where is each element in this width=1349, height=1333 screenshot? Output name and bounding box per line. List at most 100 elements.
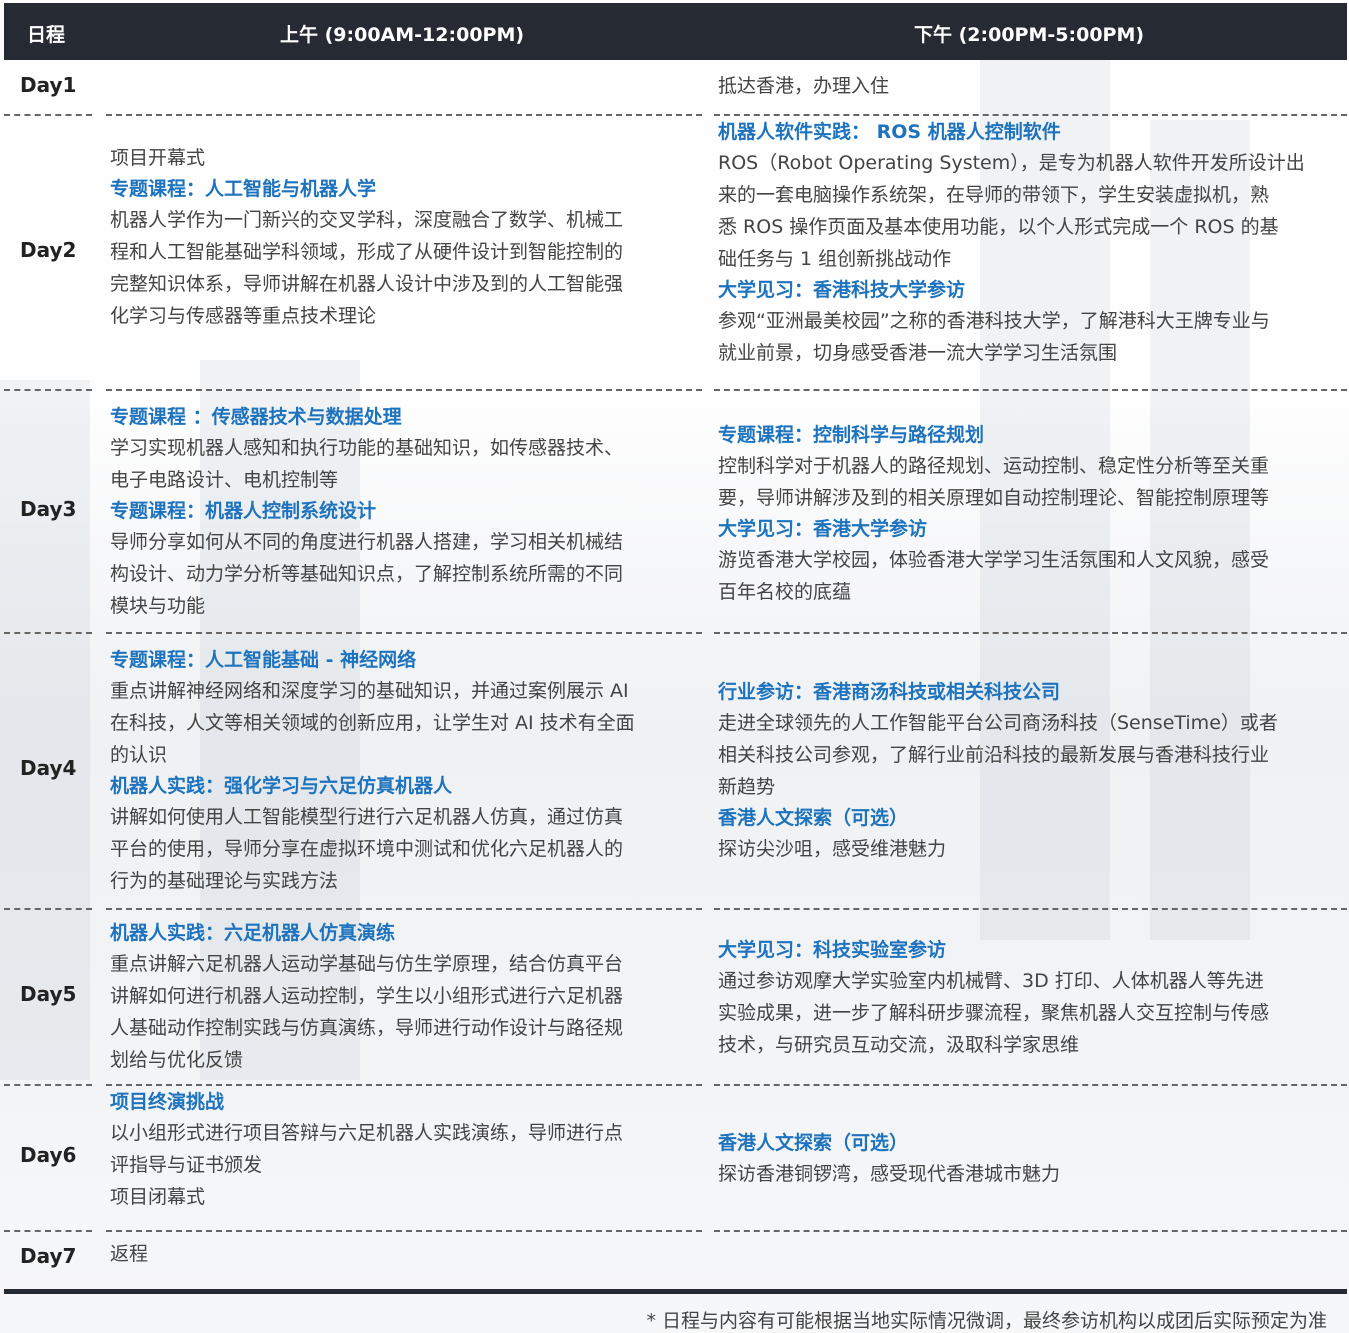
session-title: 大学见习：科技实验室参访 bbox=[718, 939, 947, 961]
session-text-line: 相关科技公司参观，了解行业前沿科技的最新发展与香港科技行业 bbox=[718, 744, 1270, 766]
row-divider bbox=[106, 389, 702, 391]
row-divider bbox=[714, 114, 1347, 116]
session-text-line: 走进全球领先的人工作智能平台公司商汤科技（SenseTime）或者 bbox=[718, 712, 1278, 734]
session-text-line: 返程 bbox=[110, 1243, 149, 1265]
session-text-line: 讲解如何进行机器人运动控制，学生以小组形式进行六足机器 bbox=[110, 985, 624, 1007]
session-text-line: 行为的基础理论与实践方法 bbox=[110, 870, 339, 892]
row-divider bbox=[714, 632, 1347, 634]
session-text-line: 化学习与传感器等重点技术理论 bbox=[110, 305, 377, 327]
session-title: 香港人文探索（可选） bbox=[718, 1132, 909, 1154]
header-day: 日程 bbox=[27, 24, 66, 46]
session-text-line: 就业前景，切身感受香港一流大学学习生活氛围 bbox=[718, 342, 1118, 364]
schedule-table: 日程 上午 (9:00AM-12:00PM) 下午 (2:00PM-5:00PM… bbox=[4, 3, 1347, 1294]
session-title: 大学见习：香港大学参访 bbox=[718, 518, 928, 540]
session-title: 机器人实践：强化学习与六足仿真机器人 bbox=[110, 775, 453, 797]
session-text-line: 项目闭幕式 bbox=[110, 1186, 206, 1208]
session-text-line: 的认识 bbox=[110, 744, 168, 766]
row-divider bbox=[4, 908, 92, 910]
session-text-line: 评指导与证书颁发 bbox=[110, 1154, 263, 1176]
session-text-line: 础任务与 1 组创新挑战动作 bbox=[718, 248, 952, 270]
row-divider bbox=[4, 389, 92, 391]
row-divider bbox=[106, 908, 702, 910]
session-text-line: 新趋势 bbox=[718, 776, 776, 798]
session-text-line: 学习实现机器人感知和执行功能的基础知识，如传感器技术、 bbox=[110, 437, 624, 459]
session-text-line: 讲解如何使用人工智能模型行进行六足机器人仿真，通过仿真 bbox=[110, 806, 624, 828]
session-text-line: 来的一套电脑操作系统架，在导师的带领下，学生安装虚拟机，熟 bbox=[718, 184, 1270, 206]
afternoon-cell: 专题课程：控制科学与路径规划控制科学对于机器人的路径规划、运动控制、稳定性分析等… bbox=[718, 420, 1348, 608]
session-text-line: 完整知识体系，导师讲解在机器人设计中涉及到的人工智能强 bbox=[110, 273, 624, 295]
day-label: Day3 bbox=[20, 496, 77, 521]
session-text-line: 抵达香港，办理入住 bbox=[718, 75, 890, 97]
session-text-line: 导师分享如何从不同的角度进行机器人搭建，学习相关机械结 bbox=[110, 531, 624, 553]
session-title: 专题课程：人工智能基础 - 神经网络 bbox=[110, 649, 417, 671]
session-text-line: 技术，与研究员互动交流，汲取科学家思维 bbox=[718, 1034, 1080, 1056]
session-title: 机器人软件实践： ROS 机器人控制软件 bbox=[718, 121, 1061, 143]
row-divider bbox=[4, 1230, 92, 1232]
session-text-line: 控制科学对于机器人的路径规划、运动控制、稳定性分析等至关重 bbox=[718, 455, 1270, 477]
session-text-line: 平台的使用，导师分享在虚拟环境中测试和优化六足机器人的 bbox=[110, 838, 624, 860]
table-bottom-bar bbox=[4, 1289, 1347, 1294]
session-text-line: 重点讲解神经网络和深度学习的基础知识，并通过案例展示 AI bbox=[110, 680, 629, 702]
session-text-line: 实验成果，进一步了解科研步骤流程，聚焦机器人交互控制与传感 bbox=[718, 1002, 1270, 1024]
session-text-line: 探访香港铜锣湾，感受现代香港城市魅力 bbox=[718, 1163, 1061, 1185]
session-text-line: 重点讲解六足机器人运动学基础与仿生学原理，结合仿真平台 bbox=[110, 953, 624, 975]
session-text-line: 探访尖沙咀，感受维港魅力 bbox=[718, 838, 947, 860]
afternoon-cell: 大学见习：科技实验室参访通过参访观摩大学实验室内机械臂、3D 打印、人体机器人等… bbox=[718, 935, 1348, 1061]
session-title: 项目终演挑战 bbox=[110, 1091, 225, 1113]
day-label: Day1 bbox=[20, 72, 77, 97]
session-title: 专题课程：控制科学与路径规划 bbox=[718, 424, 985, 446]
morning-cell: 项目开幕式专题课程：人工智能与机器人学机器人学作为一门新兴的交叉学科，深度融合了… bbox=[110, 142, 710, 332]
session-text-line: 悉 ROS 操作页面及基本使用功能，以个人形式完成一个 ROS 的基 bbox=[718, 216, 1279, 238]
session-text-line: 百年名校的底蕴 bbox=[718, 581, 852, 603]
row-divider bbox=[106, 114, 702, 116]
footnote: * 日程与内容有可能根据当地实际情况微调，最终参访机构以成团后实际预定为准 bbox=[646, 1310, 1327, 1332]
session-text-line: 模块与功能 bbox=[110, 595, 206, 617]
header-afternoon: 下午 (2:00PM-5:00PM) bbox=[914, 24, 1145, 46]
row-divider bbox=[714, 389, 1347, 391]
day-label: Day5 bbox=[20, 982, 77, 1006]
session-text-line: 构设计、动力学分析等基础知识点，了解控制系统所需的不同 bbox=[110, 563, 624, 585]
row-divider bbox=[714, 908, 1347, 910]
session-text-line: 要，导师讲解涉及到的相关原理如自动控制理论、智能控制原理等 bbox=[718, 487, 1270, 509]
session-title: 专题课程 ：传感器技术与数据处理 bbox=[110, 406, 402, 428]
session-text-line: 电子电路设计、电机控制等 bbox=[110, 469, 339, 491]
session-text-line: 在科技，人文等相关领域的创新应用，让学生对 AI 技术有全面 bbox=[110, 712, 635, 734]
session-text-line: 程和人工智能基础学科领域，形成了从硬件设计到智能控制的 bbox=[110, 241, 624, 263]
session-title: 专题课程：机器人控制系统设计 bbox=[110, 500, 377, 522]
session-text-line: 划给与优化反馈 bbox=[110, 1049, 244, 1071]
session-text-line: ROS（Robot Operating System），是专为机器人软件开发所设… bbox=[718, 152, 1305, 174]
day-label: Day7 bbox=[20, 1244, 77, 1268]
session-text-line: 游览香港大学校园，体验香港大学学习生活氛围和人文风貌，感受 bbox=[718, 549, 1270, 571]
afternoon-cell: 抵达香港，办理入住 bbox=[718, 70, 1348, 102]
session-text-line: 项目开幕式 bbox=[110, 147, 206, 169]
row-divider bbox=[714, 1084, 1347, 1086]
row-divider bbox=[714, 1230, 1347, 1232]
row-divider bbox=[4, 632, 92, 634]
session-title: 大学见习：香港科技大学参访 bbox=[718, 279, 966, 301]
afternoon-cell: 行业参访：香港商汤科技或相关科技公司走进全球领先的人工作智能平台公司商汤科技（S… bbox=[718, 677, 1348, 865]
morning-cell: 项目终演挑战以小组形式进行项目答辩与六足机器人实践演练，导师进行点 评指导与证书颁… bbox=[110, 1087, 710, 1213]
session-title: 香港人文探索（可选） bbox=[718, 807, 909, 829]
day-label: Day2 bbox=[20, 237, 77, 262]
session-title: 行业参访：香港商汤科技或相关科技公司 bbox=[718, 681, 1061, 703]
session-text-line: 机器人学作为一门新兴的交叉学科，深度融合了数学、机械工 bbox=[110, 209, 624, 231]
session-text-line: 人基础动作控制实践与仿真演练，导师进行动作设计与路径规 bbox=[110, 1017, 624, 1039]
row-divider bbox=[4, 114, 92, 116]
row-divider bbox=[106, 1084, 702, 1086]
session-title: 专题课程：人工智能与机器人学 bbox=[110, 178, 377, 200]
header-morning: 上午 (9:00AM-12:00PM) bbox=[280, 24, 525, 46]
morning-cell: 专题课程 ：传感器技术与数据处理学习实现机器人感知和执行功能的基础知识，如传感器… bbox=[110, 402, 710, 622]
morning-cell: 返程 bbox=[110, 1238, 710, 1270]
session-text-line: 以小组形式进行项目答辩与六足机器人实践演练，导师进行点 bbox=[110, 1122, 624, 1144]
row-divider bbox=[4, 1084, 92, 1086]
afternoon-cell: 香港人文探索（可选） 探访香港铜锣湾，感受现代香港城市魅力 bbox=[718, 1128, 1348, 1190]
morning-cell: 专题课程：人工智能基础 - 神经网络重点讲解神经网络和深度学习的基础知识，并通过… bbox=[110, 645, 710, 897]
session-text-line: 通过参访观摩大学实验室内机械臂、3D 打印、人体机器人等先进 bbox=[718, 970, 1264, 992]
session-text-line: 参观“亚洲最美校园”之称的香港科技大学，了解港科大王牌专业与 bbox=[718, 310, 1270, 332]
row-divider bbox=[106, 1230, 702, 1232]
morning-cell: 机器人实践：六足机器人仿真演练 重点讲解六足机器人运动学基础与仿生学原理，结合仿真… bbox=[110, 918, 710, 1076]
day-label: Day4 bbox=[20, 756, 77, 780]
table-header: 日程 上午 (9:00AM-12:00PM) 下午 (2:00PM-5:00PM… bbox=[4, 3, 1347, 60]
afternoon-cell: 机器人软件实践： ROS 机器人控制软件 ROS（Robot Operating … bbox=[718, 117, 1348, 369]
day-label: Day6 bbox=[20, 1143, 77, 1167]
